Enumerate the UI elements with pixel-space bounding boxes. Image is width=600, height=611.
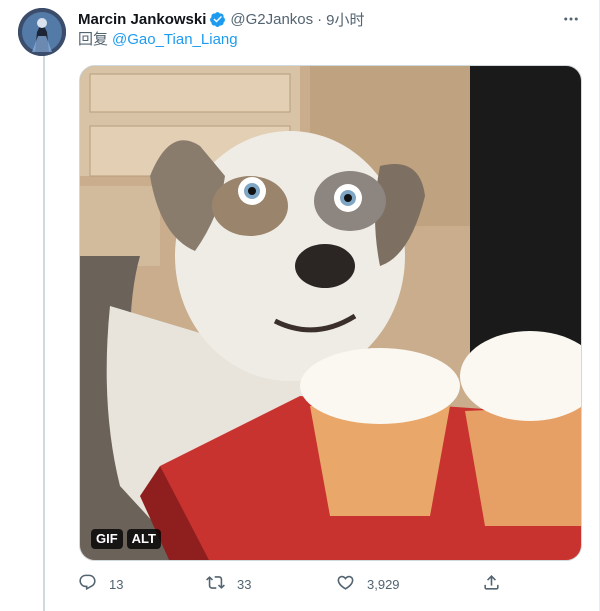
reply-button[interactable]: 13	[78, 573, 123, 595]
timestamp[interactable]: 9小时	[326, 9, 364, 30]
reply-prefix: 回复	[78, 31, 109, 48]
user-handle[interactable]: @G2Jankos	[230, 11, 313, 28]
tweet-header: Marcin Jankowski @G2Jankos · 9小时	[78, 8, 582, 30]
tweet-actions: 13 33 3,929	[78, 572, 518, 596]
separator-dot: ·	[317, 10, 323, 28]
thread-connector-line	[43, 56, 45, 611]
like-button[interactable]: 3,929	[336, 573, 400, 595]
reply-count: 13	[109, 576, 124, 592]
share-icon	[482, 573, 501, 595]
reply-icon	[78, 573, 97, 595]
tweet-gif-media[interactable]	[79, 65, 582, 561]
retweet-button[interactable]: 33	[206, 573, 251, 595]
retweet-icon	[206, 573, 225, 595]
avatar[interactable]	[18, 8, 66, 56]
verified-badge-icon	[209, 11, 226, 28]
reply-context: 回复 @Gao_Tian_Liang	[78, 30, 238, 50]
share-button[interactable]	[482, 573, 501, 595]
display-name[interactable]: Marcin Jankowski	[78, 11, 206, 28]
media-badges: GIF ALT	[91, 529, 161, 549]
more-icon[interactable]	[560, 8, 582, 30]
alt-badge[interactable]: ALT	[126, 529, 161, 549]
gif-badge: GIF	[91, 529, 123, 549]
like-icon	[336, 573, 355, 595]
reply-mention-link[interactable]: @Gao_Tian_Liang	[112, 31, 238, 48]
retweet-count: 33	[237, 576, 252, 592]
like-count: 3,929	[367, 576, 400, 592]
